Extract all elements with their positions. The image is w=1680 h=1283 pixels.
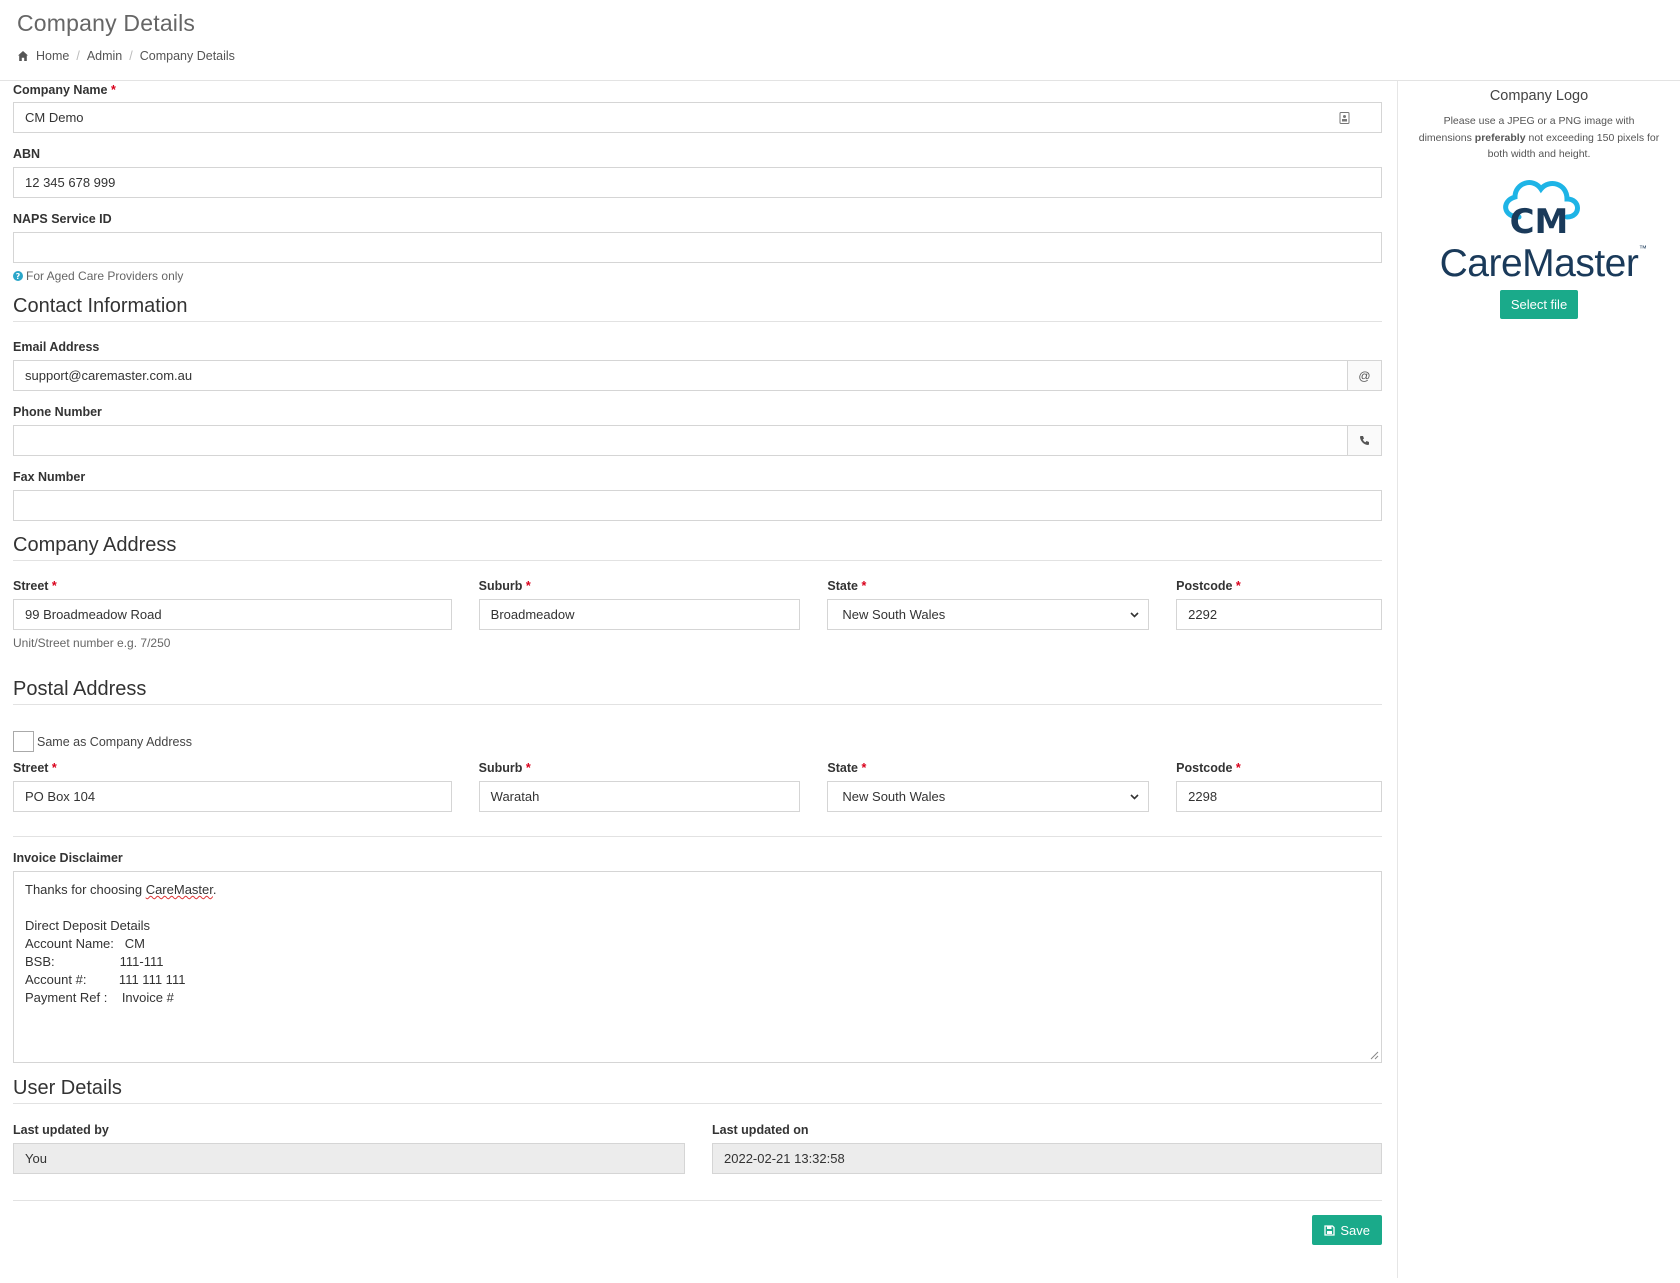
updated-on-label: Last updated on [712,1123,809,1137]
naps-help: ? For Aged Care Providers only [13,269,1382,283]
company-name-label: Company Name * [13,83,116,97]
abn-label: ABN [13,147,41,161]
postal-suburb-input[interactable]: Waratah [478,781,801,812]
invoice-group: Invoice Disclaimer Thanks for choosing C… [13,850,1382,1063]
divider [13,1200,1382,1201]
page-title: Company Details [17,10,196,36]
naps-group: NAPS Service ID ? For Aged Care Provider… [13,211,1382,283]
caremaster-logo-text: CareMaster ™ [1439,241,1647,285]
company-address-section-title: Company Address [13,534,1382,561]
company-name-group: Company Name * CM Demo [13,82,1382,133]
postal-postcode-label: Postcode * [1176,761,1241,775]
updated-by-field: You [13,1143,685,1174]
naps-label: NAPS Service ID [13,212,112,226]
company-suburb-label: Suburb * [478,579,531,593]
postal-state-label: State * [827,761,867,775]
breadcrumb-separator: / [129,49,133,63]
user-details-section-title: User Details [13,1077,1382,1104]
company-street-label: Street * [13,579,57,593]
postal-street-input[interactable]: PO Box 104 [13,781,452,812]
at-sign-icon: @ [1348,360,1382,391]
company-address-row: Street * 99 Broadmeadow Road Unit/Street… [13,578,1382,650]
resize-handle-icon[interactable] [1370,1051,1379,1060]
fax-group: Fax Number [13,469,1382,521]
breadcrumb-current: Company Details [139,49,235,63]
abn-group: ABN 12 345 678 999 [13,146,1382,198]
postal-address-section-title: Postal Address [13,678,1382,705]
same-as-company-checkbox[interactable] [13,731,34,752]
select-file-button[interactable]: Select file [1499,289,1579,319]
postal-address-row: Street * PO Box 104 Suburb * Waratah Sta… [13,760,1382,812]
contact-card-icon [1339,111,1350,124]
divider [13,836,1382,837]
same-as-company-label[interactable]: Same as Company Address [37,735,192,749]
fax-input[interactable] [13,490,1382,521]
breadcrumb-home[interactable]: Home [36,49,69,63]
phone-group: Phone Number [13,404,1382,456]
postal-state-select[interactable]: New South Wales [827,781,1150,812]
breadcrumb-admin[interactable]: Admin [87,49,122,63]
company-postcode-label: Postcode * [1176,579,1241,593]
updated-on-field: 2022-02-21 13:32:58 [712,1143,1382,1174]
cloud-logo-icon: CM [1503,179,1580,242]
postal-suburb-label: Suburb * [478,761,531,775]
abn-input[interactable]: 12 345 678 999 [13,167,1382,198]
company-state-select[interactable]: New South Wales [827,599,1150,630]
postal-street-label: Street * [13,761,57,775]
save-button[interactable]: Save [1312,1215,1382,1245]
home-icon [18,51,28,61]
main-form: Company Name * CM Demo ABN 12 345 678 99… [0,81,1398,1278]
email-label: Email Address [13,340,100,354]
breadcrumb-separator: / [76,49,80,63]
contact-section-title: Contact Information [13,295,1382,322]
company-name-input[interactable]: CM Demo [13,102,1382,133]
company-postcode-input[interactable]: 2292 [1176,599,1382,630]
fax-label: Fax Number [13,470,86,484]
logo-panel-description: Please use a JPEG or a PNG image with di… [1418,115,1660,160]
email-input[interactable]: support@caremaster.com.au [13,360,1348,391]
company-street-input[interactable]: 99 Broadmeadow Road [13,599,452,630]
page-header: Company Details Home / Admin / Company D… [0,0,1680,81]
naps-input[interactable] [13,232,1382,263]
street-help: Unit/Street number e.g. 7/250 [13,636,171,650]
company-state-label: State * [827,579,867,593]
breadcrumb: Home / Admin / Company Details [17,49,1663,63]
content-layout: Company Name * CM Demo ABN 12 345 678 99… [0,81,1680,1278]
invoice-disclaimer-textarea[interactable]: Thanks for choosing CareMaster. Direct D… [13,871,1382,1063]
logo-panel: Company Logo Please use a JPEG or a PNG … [1398,81,1680,1278]
logo-panel-title: Company Logo [1489,88,1589,104]
company-suburb-input[interactable]: Broadmeadow [478,599,801,630]
phone-label: Phone Number [13,405,102,419]
email-group: Email Address support@caremaster.com.au … [13,339,1382,391]
chevron-down-icon [1130,612,1139,618]
updated-by-label: Last updated by [13,1123,109,1137]
chevron-down-icon [1130,794,1139,800]
question-circle-icon: ? [13,271,23,281]
floppy-disk-icon [1324,1224,1336,1236]
phone-input[interactable] [13,425,1348,456]
user-details-row: Last updated by You Last updated on 2022… [13,1122,1382,1174]
svg-text:?: ? [16,272,21,281]
form-actions: Save [13,1215,1382,1245]
same-as-company-row: Same as Company Address [13,731,1382,752]
postal-postcode-input[interactable]: 2298 [1176,781,1382,812]
company-logo: CM CareMaster ™ [1398,173,1680,286]
invoice-label: Invoice Disclaimer [13,851,123,865]
phone-icon [1360,436,1369,445]
svg-text:CM: CM [1510,202,1569,237]
